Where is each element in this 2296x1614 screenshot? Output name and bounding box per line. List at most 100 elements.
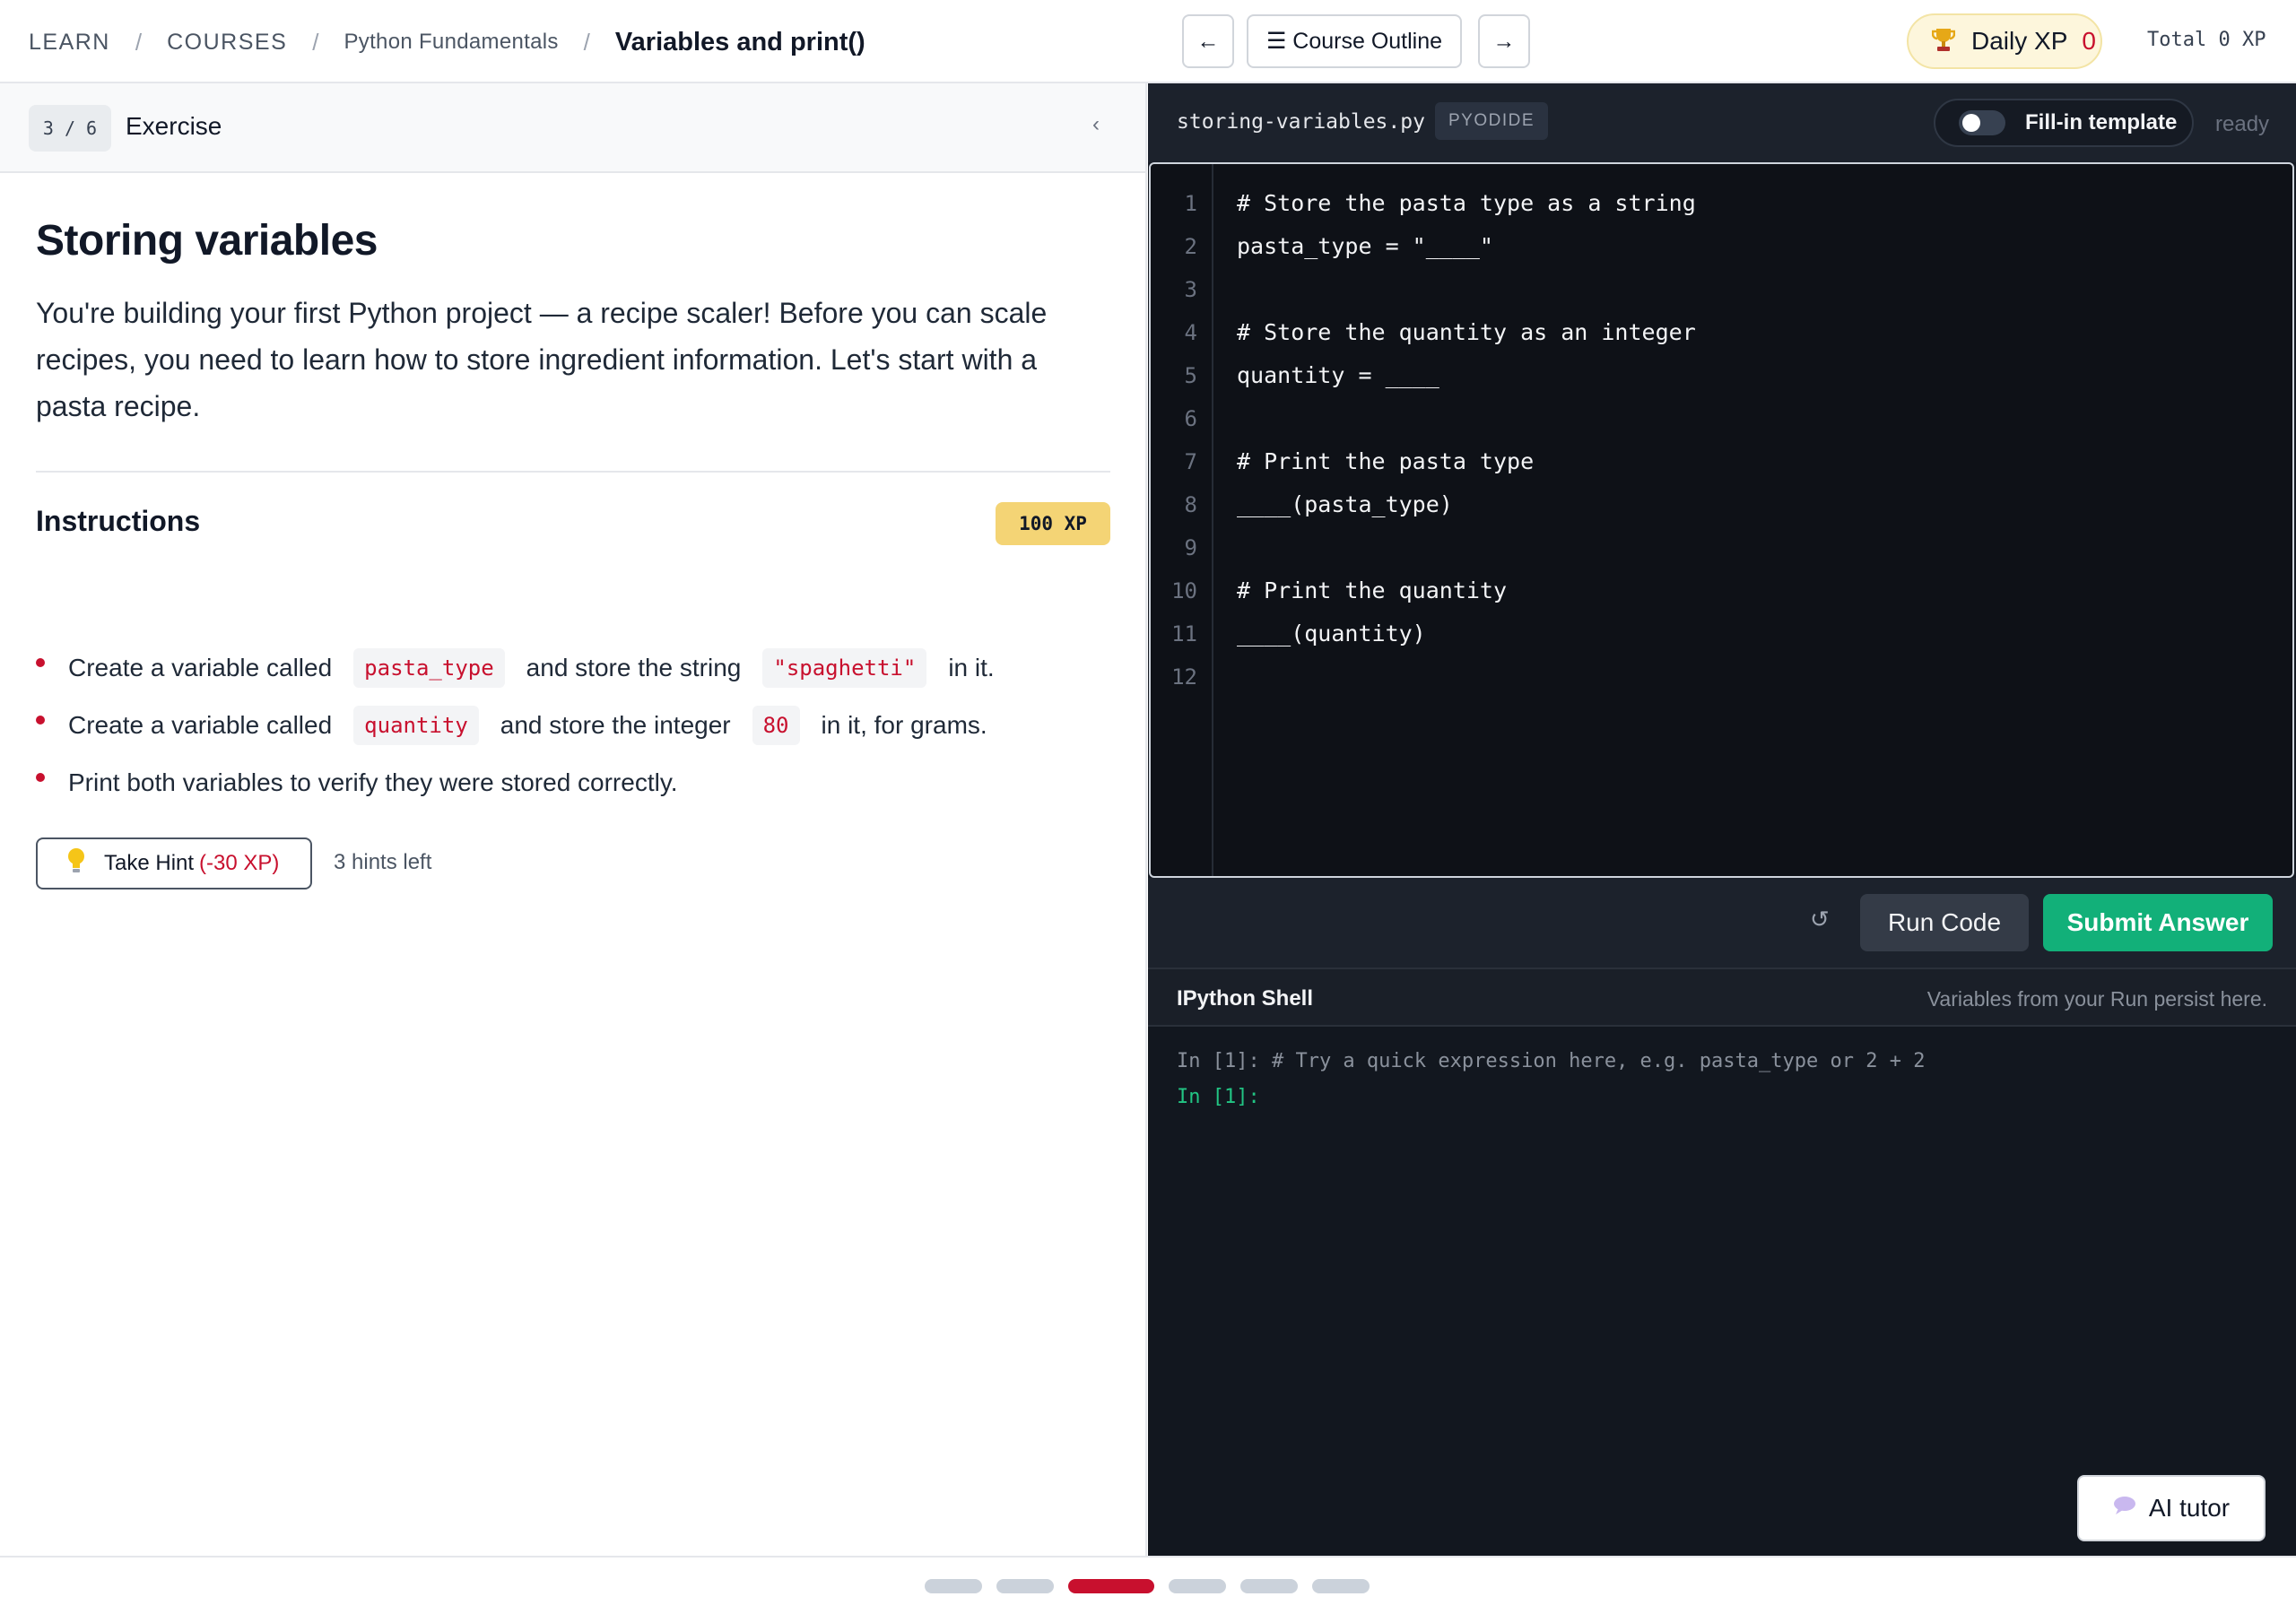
instruction-text: and store the integer [500, 711, 731, 739]
instruction-text: in it, for grams. [821, 711, 987, 739]
take-hint-button[interactable]: Take Hint (-30 XP) [36, 837, 312, 889]
divider [36, 471, 1110, 473]
xp-reward-badge: 100 XP [996, 502, 1110, 545]
shell-header: IPython Shell Variables from your Run pe… [1148, 969, 2296, 1027]
code-line[interactable]: pasta_type = "____" [1237, 233, 1493, 259]
bullet-icon [36, 716, 45, 725]
daily-xp-value: 0 [2082, 27, 2096, 55]
editor-toolbar: storing-variables.py PYODIDE Fill-in tem… [1148, 83, 2296, 162]
line-number: 12 [1171, 664, 1197, 690]
toggle-label: Fill-in template [2025, 110, 2178, 134]
trophy-icon [1931, 26, 1956, 57]
code-line[interactable]: # Print the quantity [1237, 577, 1507, 603]
inline-code: quantity [353, 706, 479, 745]
breadcrumb: LEARN / COURSES / Python Fundamentals / … [29, 27, 865, 57]
line-number: 2 [1184, 234, 1197, 259]
step-counter: 3 / 6 [29, 105, 111, 152]
arrow-left-icon: ← [1196, 28, 1220, 54]
editor-status: ready [2215, 112, 2270, 136]
inline-code: pasta_type [353, 648, 505, 688]
bullet-icon [36, 773, 45, 782]
exercise-description: You're building your first Python projec… [36, 297, 1048, 422]
bullet-icon [36, 658, 45, 667]
line-number: 3 [1184, 277, 1197, 302]
lightbulb-icon [66, 847, 86, 881]
ai-tutor-button[interactable]: AI tutor [2077, 1475, 2266, 1541]
instruction-item: Create a variable called pasta_type and … [36, 646, 995, 690]
progress-segment[interactable] [1169, 1579, 1226, 1593]
code-line[interactable]: ____(pasta_type) [1237, 491, 1453, 517]
instruction-text: and store the string [526, 654, 742, 681]
toggle-switch[interactable] [1959, 110, 2005, 135]
reset-icon[interactable]: ↺ [1810, 906, 1830, 933]
exercise-title: Storing variables [36, 217, 378, 265]
instruction-item: Print both variables to verify they were… [36, 761, 678, 804]
breadcrumb-separator: / [583, 28, 590, 56]
line-number: 8 [1184, 492, 1197, 517]
collapse-panel-icon[interactable]: ‹ [1092, 112, 1100, 137]
toggle-knob [1962, 114, 1980, 132]
inline-code: "spaghetti" [762, 648, 927, 688]
course-outline-button[interactable]: ☰ Course Outline [1247, 14, 1462, 68]
line-number: 7 [1184, 449, 1197, 474]
instruction-text: Print both variables to verify they were… [68, 768, 678, 796]
code-line[interactable]: quantity = ____ [1237, 362, 1439, 388]
code-panel: storing-variables.py PYODIDE Fill-in tem… [1148, 83, 2296, 1556]
instruction-text: Create a variable called [68, 711, 333, 739]
inline-code: 80 [752, 706, 800, 745]
arrow-right-icon: → [1492, 28, 1516, 54]
shell-history-line: In [1]: # Try a quick expression here, e… [1177, 1050, 1926, 1072]
daily-xp-pill: Daily XP 0 [1907, 13, 2102, 69]
line-number: 6 [1184, 406, 1197, 431]
lesson-progress [0, 1556, 2296, 1614]
next-button[interactable]: → [1478, 14, 1530, 68]
shell-prompt[interactable]: In [1]: [1177, 1086, 1260, 1108]
code-line[interactable]: ____(quantity) [1237, 620, 1426, 646]
line-number: 5 [1184, 363, 1197, 388]
line-number: 9 [1184, 535, 1197, 560]
progress-segment[interactable] [925, 1579, 982, 1593]
code-line[interactable]: # Store the pasta type as a string [1237, 190, 1696, 216]
progress-segment-current[interactable] [1068, 1579, 1154, 1593]
run-code-button[interactable]: Run Code [1860, 894, 2029, 951]
line-number-gutter: 1 2 3 4 5 6 7 8 9 10 11 12 [1151, 164, 1213, 876]
hints-left-text: 3 hints left [334, 850, 432, 874]
instruction-item: Create a variable called quantity and st… [36, 704, 987, 747]
ipython-shell[interactable]: In [1]: # Try a quick expression here, e… [1148, 1027, 2296, 1556]
submit-answer-button[interactable]: Submit Answer [2043, 894, 2273, 951]
run-actions-bar: ↺ Run Code Submit Answer [1148, 878, 2296, 969]
breadcrumb-current: Variables and print() [614, 27, 865, 56]
instruction-text: Create a variable called [68, 654, 333, 681]
code-line[interactable]: # Store the quantity as an integer [1237, 319, 1696, 345]
course-outline-label: ☰ Course Outline [1265, 29, 1443, 54]
total-xp: Total 0 XP [2147, 29, 2266, 51]
exercise-header: 3 / 6 Exercise ‹ [0, 83, 1145, 173]
code-editor[interactable]: 1 2 3 4 5 6 7 8 9 10 11 12 # Store the p… [1149, 162, 2294, 878]
breadcrumb-learn[interactable]: LEARN [29, 30, 110, 56]
breadcrumb-course[interactable]: Python Fundamentals [344, 30, 558, 55]
shell-note: Variables from your Run persist here. [1926, 987, 2267, 1011]
daily-xp-label: Daily XP [1971, 27, 2068, 55]
progress-segment[interactable] [1312, 1579, 1370, 1593]
line-number: 4 [1184, 320, 1197, 345]
progress-segment[interactable] [996, 1579, 1054, 1593]
exercise-label: Exercise [126, 112, 222, 140]
exercise-panel: 3 / 6 Exercise ‹ Storing variables You'r… [0, 83, 1147, 1556]
runtime-badge: PYODIDE [1435, 102, 1548, 140]
code-line[interactable]: # Print the pasta type [1237, 448, 1534, 474]
line-number: 1 [1184, 191, 1197, 216]
breadcrumb-separator: / [135, 28, 143, 56]
shell-title: IPython Shell [1177, 986, 1314, 1011]
line-number: 11 [1171, 621, 1197, 646]
fill-in-template-toggle[interactable]: Fill-in template [1934, 99, 2194, 147]
hint-penalty: (-30 XP) [199, 851, 280, 875]
line-number: 10 [1171, 578, 1197, 603]
take-hint-label: Take Hint [104, 851, 195, 875]
instructions-title: Instructions [36, 505, 201, 537]
ai-tutor-label: AI tutor [2148, 1494, 2231, 1522]
prev-button[interactable]: ← [1182, 14, 1234, 68]
breadcrumb-separator: / [312, 28, 319, 56]
progress-segment[interactable] [1240, 1579, 1298, 1593]
breadcrumb-courses[interactable]: COURSES [167, 30, 287, 56]
file-name: storing-variables.py [1177, 110, 1425, 134]
